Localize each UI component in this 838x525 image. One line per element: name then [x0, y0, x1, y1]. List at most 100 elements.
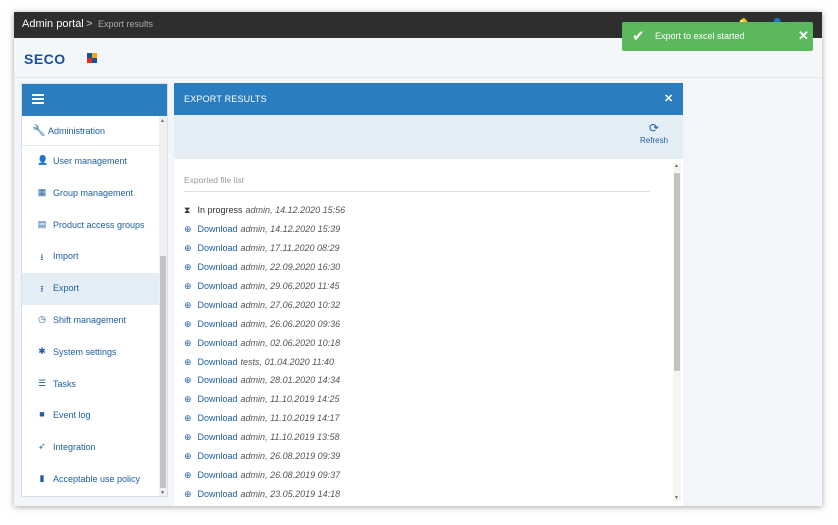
download-icon[interactable]: ⊕ [184, 413, 195, 424]
sidebar-item-export[interactable]: ⭱ Export [22, 273, 167, 305]
sidebar-item-integration[interactable]: ➶ Integration [22, 432, 167, 464]
download-icon[interactable]: ⊕ [184, 262, 195, 273]
sidebar-scrollbar[interactable]: ▲ ▼ [159, 116, 167, 496]
check-icon: ✔ [632, 28, 645, 45]
sidebar-item-event-log[interactable]: ■ Event log [22, 400, 167, 432]
sidebar-item-group-management[interactable]: ▦ Group management [22, 178, 167, 210]
download-link[interactable]: Download [198, 394, 238, 404]
scroll-down-arrow-icon[interactable]: ▼ [674, 495, 679, 501]
sidebar-nav-list: 👤 User management ▦ Group management ▤ Produc… [22, 146, 167, 496]
panel-scrollbar[interactable]: ▲ ▼ [673, 163, 681, 501]
list-item: ⧗ In progress admin, 14.12.2020 15:56 [184, 205, 664, 224]
download-link[interactable]: Download [198, 262, 238, 272]
scroll-up-arrow-icon[interactable]: ▲ [160, 118, 165, 124]
sidebar-item-system-settings[interactable]: ✱ System settings [22, 337, 167, 369]
panel-scroll-thumb[interactable] [674, 173, 680, 371]
sidebar-item-tasks[interactable]: ☰ Tasks [22, 369, 167, 401]
list-item: ⊕ Download admin, 02.06.2020 10:18 [184, 338, 664, 357]
export-time: 09:39 [317, 451, 341, 462]
plane-icon: ➶ [38, 441, 46, 452]
sidebar-item-label: Event log [53, 410, 91, 421]
import-icon: ⭳ [40, 252, 44, 263]
download-link[interactable]: Download [198, 281, 238, 291]
download-link[interactable]: Download [198, 489, 238, 499]
hamburger-menu-icon[interactable] [32, 94, 44, 104]
sidebar-section-administration[interactable]: 🔧 Administration [22, 116, 167, 146]
download-link[interactable]: Download [198, 300, 238, 310]
toast-close-button[interactable]: ✕ [798, 28, 809, 44]
scroll-down-arrow-icon[interactable]: ▼ [160, 490, 165, 496]
export-time: 15:56 [322, 205, 346, 215]
download-icon[interactable]: ⊕ [184, 470, 195, 481]
seco-logo[interactable]: SECO [24, 51, 66, 67]
sidebar-item-label: Integration [53, 442, 96, 453]
export-date: 11.10.2019 [270, 413, 315, 424]
sidebar-item-label: Import [53, 251, 79, 262]
app-window: Admin portal > Export results 🔔 👤 admin … [14, 12, 822, 506]
breadcrumb-root[interactable]: Admin portal [22, 18, 84, 30]
export-user: tests [240, 356, 260, 367]
list-item: ⊕ Download tests, 01.04.2020 11:40 [184, 357, 664, 376]
export-time: 14:17 [316, 413, 340, 424]
export-meta: admin, 26.08.2019 09:39 [240, 451, 341, 462]
download-icon[interactable]: ⊕ [184, 432, 195, 443]
download-link[interactable]: Download [198, 470, 238, 480]
download-link[interactable]: Download [198, 319, 238, 329]
sidebar-item-acceptable-use-policy[interactable]: ▮ Acceptable use policy [22, 464, 167, 496]
export-date: 22.09.2020 [270, 261, 316, 272]
sidebar-item-shift-management[interactable]: ◷ Shift management [22, 305, 167, 337]
panel-title: EXPORT RESULTS [184, 94, 267, 104]
sidebar-scroll-thumb[interactable] [160, 256, 166, 488]
export-user: admin [240, 413, 266, 424]
download-icon[interactable]: ⊕ [184, 451, 195, 462]
download-icon[interactable]: ⊕ [184, 357, 195, 368]
panel-close-button[interactable]: ✕ [664, 92, 673, 105]
sidebar-item-label: Shift management [53, 314, 127, 325]
list-item: ⊕ Download admin, 17.11.2020 08:29 [184, 243, 664, 262]
download-icon[interactable]: ⊕ [184, 394, 195, 405]
download-icon[interactable]: ⊕ [184, 375, 195, 386]
sidebar-item-label: Acceptable use policy [53, 473, 141, 484]
export-user: admin [240, 432, 266, 443]
download-link[interactable]: Download [198, 375, 238, 385]
export-time: 09:37 [317, 470, 341, 481]
scroll-up-arrow-icon[interactable]: ▲ [674, 163, 679, 169]
download-icon[interactable]: ⊕ [184, 300, 195, 311]
download-icon[interactable]: ⊕ [184, 224, 195, 235]
export-time: 08:29 [316, 242, 340, 253]
download-link[interactable]: Download [198, 357, 238, 367]
list-item: ⊕ Download admin, 26.08.2019 09:39 [184, 451, 664, 470]
sidebar-item-user-management[interactable]: 👤 User management [22, 146, 167, 178]
refresh-button[interactable]: ⟳ Refresh [640, 121, 668, 145]
export-meta: admin, 29.06.2020 11:45 [240, 280, 340, 291]
gear-icon: ✱ [38, 345, 46, 356]
download-link[interactable]: Download [198, 243, 238, 253]
download-icon[interactable]: ⊕ [184, 338, 195, 349]
sidebar-item-label: System settings [53, 346, 117, 357]
list-item: ⊕ Download admin, 11.10.2019 13:58 [184, 432, 664, 451]
download-link[interactable]: Download [198, 432, 238, 442]
sidebar-item-import[interactable]: ⭳ Import [22, 241, 167, 273]
download-link[interactable]: Download [198, 338, 238, 348]
export-meta: admin, 02.06.2020 10:18 [240, 337, 341, 348]
export-user: admin [240, 375, 266, 386]
download-link[interactable]: Download [198, 413, 238, 423]
download-link[interactable]: Download [198, 451, 238, 461]
export-time: 13:58 [316, 432, 340, 443]
export-date: 02.06.2020 [270, 337, 316, 348]
download-link[interactable]: Download [198, 224, 238, 234]
list-item: ⊕ Download admin, 27.06.2020 10:32 [184, 300, 664, 319]
hourglass-icon: ⧗ [184, 205, 191, 215]
export-date: 14.12.2020 [275, 205, 321, 215]
refresh-icon: ⟳ [648, 121, 660, 135]
download-icon[interactable]: ⊕ [184, 243, 195, 254]
download-icon[interactable]: ⊕ [184, 489, 195, 500]
sidebar-item-product-access-groups[interactable]: ▤ Product access groups [22, 210, 167, 242]
download-icon[interactable]: ⊕ [184, 281, 195, 292]
export-meta: admin, 17.11.2020 08:29 [240, 242, 340, 253]
grid-icon: ▦ [37, 186, 47, 197]
sidebar-item-label: Tasks [53, 378, 77, 389]
exported-file-list: Exported file list ⧗ In progress admin, 1… [174, 159, 683, 506]
list-item: ⊕ Download admin, 22.09.2020 16:30 [184, 262, 664, 281]
download-icon[interactable]: ⊕ [184, 319, 195, 330]
